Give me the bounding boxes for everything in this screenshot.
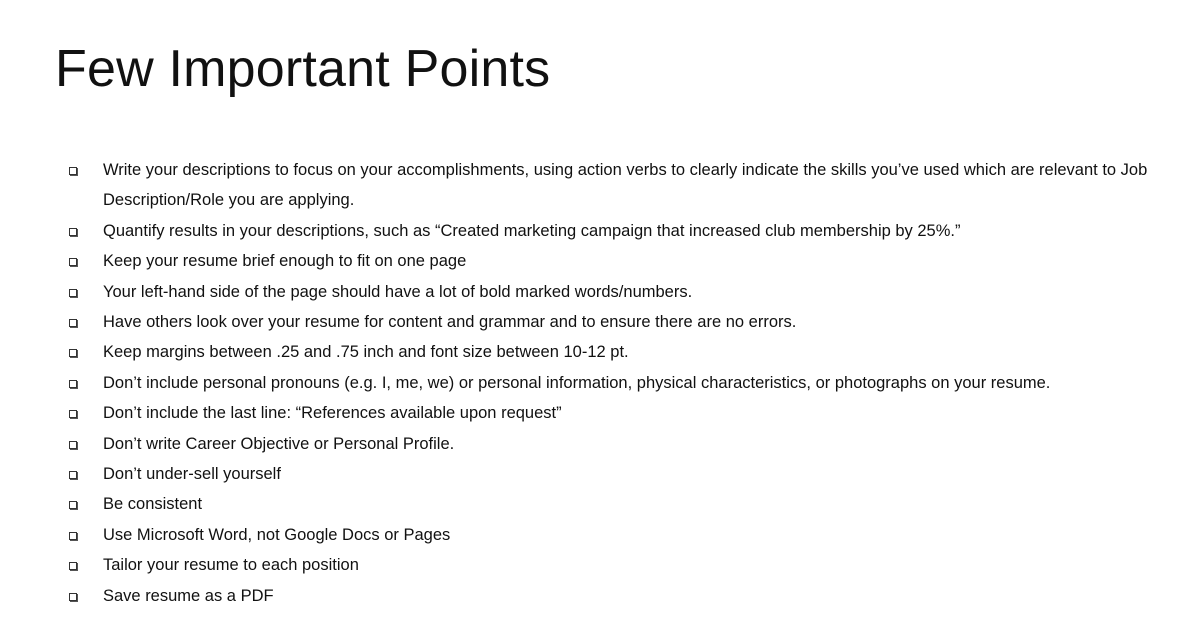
bullet-text: Be consistent — [103, 495, 203, 514]
bullet-item: Write your descriptions to focus on your… — [68, 155, 1168, 216]
bullet-text: Keep margins between .25 and .75 inch an… — [103, 343, 629, 362]
bullet-list: Write your descriptions to focus on your… — [68, 155, 1168, 611]
bullet-item: Tailor your resume to each position — [68, 550, 1168, 580]
hollow-square-bullet-icon — [69, 227, 77, 236]
slide: Few Important Points Write your descript… — [0, 0, 1189, 641]
slide-title: Few Important Points — [55, 40, 551, 98]
hollow-square-bullet-icon — [69, 288, 77, 297]
hollow-square-bullet-icon — [69, 531, 77, 540]
bullet-item: Don’t write Career Objective or Personal… — [68, 429, 1168, 459]
bullet-text: Use Microsoft Word, not Google Docs or P… — [103, 525, 451, 544]
bullet-item: Use Microsoft Word, not Google Docs or P… — [68, 520, 1168, 550]
bullet-item: Have others look over your resume for co… — [68, 307, 1168, 337]
bullet-text: Keep your resume brief enough to fit on … — [103, 252, 467, 271]
bullet-text: Don’t include personal pronouns (e.g. I,… — [103, 373, 1051, 392]
bullet-text: Write your descriptions to focus on your… — [103, 161, 1148, 210]
bullet-item: Don’t under-sell yourself — [68, 459, 1168, 489]
bullet-item: Your left-hand side of the page should h… — [68, 277, 1168, 307]
hollow-square-bullet-icon — [69, 379, 77, 388]
bullet-text: Quantify results in your descriptions, s… — [103, 221, 961, 240]
hollow-square-bullet-icon — [69, 501, 77, 510]
bullet-item: Be consistent — [68, 489, 1168, 519]
bullet-text: Save resume as a PDF — [103, 586, 274, 605]
hollow-square-bullet-icon — [69, 471, 77, 480]
hollow-square-bullet-icon — [69, 167, 77, 175]
hollow-square-bullet-icon — [69, 349, 77, 358]
hollow-square-bullet-icon — [69, 592, 77, 601]
hollow-square-bullet-icon — [69, 258, 77, 267]
hollow-square-bullet-icon — [69, 562, 77, 571]
bullet-text: Have others look over your resume for co… — [103, 313, 797, 332]
bullet-item: Quantify results in your descriptions, s… — [68, 216, 1168, 246]
bullet-item: Don’t include the last line: “References… — [68, 398, 1168, 428]
bullet-item: Keep your resume brief enough to fit on … — [68, 246, 1168, 276]
bullet-text: Your left-hand side of the page should h… — [103, 282, 693, 301]
bullet-item: Save resume as a PDF — [68, 581, 1168, 611]
bullet-text: Don’t include the last line: “References… — [103, 404, 562, 423]
bullet-item: Keep margins between .25 and .75 inch an… — [68, 337, 1168, 367]
bullet-item: Don’t include personal pronouns (e.g. I,… — [68, 368, 1168, 398]
hollow-square-bullet-icon — [69, 319, 77, 328]
bullet-text: Tailor your resume to each position — [103, 556, 359, 575]
hollow-square-bullet-icon — [69, 410, 77, 419]
hollow-square-bullet-icon — [69, 440, 77, 449]
bullet-text: Don’t under-sell yourself — [103, 465, 281, 484]
bullet-text: Don’t write Career Objective or Personal… — [103, 434, 455, 453]
